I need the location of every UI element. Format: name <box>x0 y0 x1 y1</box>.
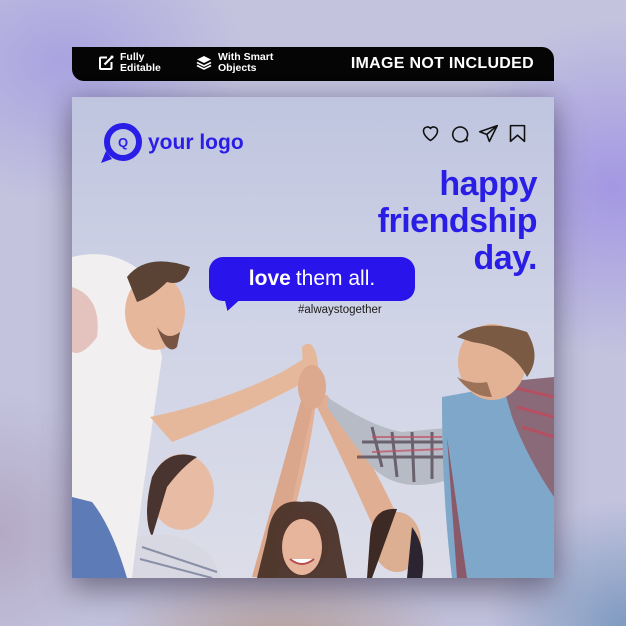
brand-logo: Q your logo <box>98 121 244 167</box>
logo-text: your logo <box>148 131 244 154</box>
bookmark-icon[interactable] <box>507 123 528 144</box>
feature-smart-objects: With Smart Objects <box>196 52 273 74</box>
headline-line2: friendship <box>377 202 538 240</box>
layers-icon <box>196 56 212 70</box>
feature-line2: Editable <box>120 62 161 74</box>
feature-fully-editable: Fully Editable <box>98 52 161 74</box>
bubble-bold-text: love <box>248 267 291 290</box>
logo-mark-icon: Q <box>101 123 142 163</box>
headline-line1: happy <box>439 165 537 203</box>
send-icon[interactable] <box>478 123 499 144</box>
heart-icon[interactable] <box>420 123 441 144</box>
logo-letter: Q <box>118 135 128 150</box>
edit-icon <box>99 55 114 70</box>
template-info-banner: Fully Editable With Smart Objects IMAGE … <box>72 47 554 81</box>
bubble-tail <box>221 299 241 311</box>
image-not-included-notice: IMAGE NOT INCLUDED <box>350 55 534 72</box>
social-post-card: Q your logo happy friendship day. love t… <box>72 97 554 578</box>
comment-icon[interactable] <box>449 123 470 144</box>
bubble-text: them all. <box>295 267 376 290</box>
social-actions <box>420 123 528 144</box>
feature-line2: Objects <box>218 62 257 74</box>
speech-bubble: love them all. <box>209 257 415 311</box>
hashtag: #alwaystogether <box>298 304 382 316</box>
